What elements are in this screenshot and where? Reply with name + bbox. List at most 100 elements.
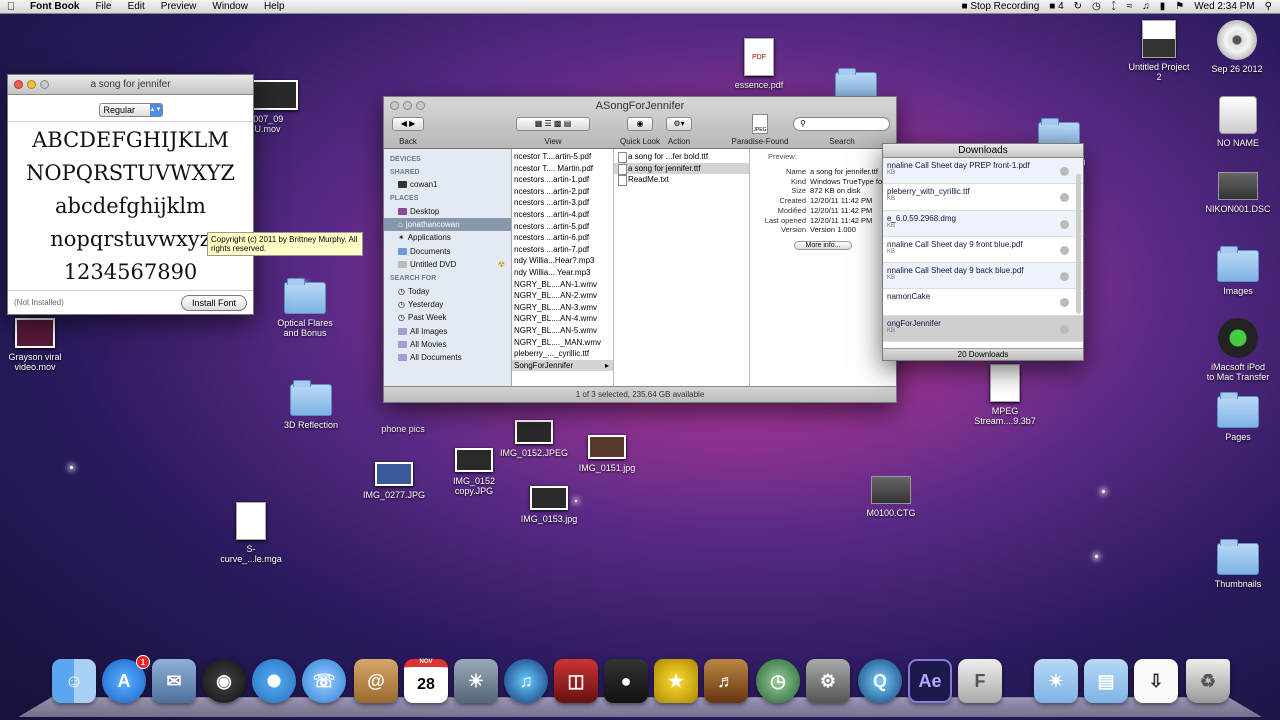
- sidebar-item-desktop[interactable]: Desktop: [384, 204, 511, 217]
- sidebar-item-documents[interactable]: Documents: [384, 245, 511, 258]
- more-info-button[interactable]: More info...: [794, 240, 852, 250]
- sidebar-item-past-week[interactable]: ◷ Past Week: [384, 311, 511, 324]
- desktop-curve-file[interactable]: S- curve_...le.mga: [196, 502, 306, 564]
- dock-facetime-icon[interactable]: ☏: [302, 659, 346, 703]
- sidebar-item-all-movies[interactable]: All Movies: [384, 338, 511, 351]
- desktop-optical-flares[interactable]: Optical Flares and Bonus: [250, 278, 360, 338]
- download-item-selected[interactable]: ongForJennifer KB: [883, 315, 1083, 343]
- list-item[interactable]: ncestors ...artin-1.pdf: [512, 174, 613, 186]
- back-forward-buttons[interactable]: ◀ ▶: [392, 117, 424, 131]
- desktop-disc-sep26[interactable]: Sep 26 2012: [1182, 20, 1280, 74]
- desktop-no-name-drive[interactable]: NO NAME: [1183, 96, 1280, 148]
- list-item[interactable]: ncestor T....artin-5.pdf: [512, 151, 613, 163]
- battery-icon[interactable]: ▮: [1160, 1, 1166, 12]
- sync-icon[interactable]: ↻: [1074, 1, 1082, 12]
- dock-front-row-icon[interactable]: ◫: [554, 659, 598, 703]
- list-item[interactable]: NGRY_BL....AN-5.wmv: [512, 325, 613, 337]
- list-item[interactable]: ncestor T.... Martin.pdf: [512, 163, 613, 175]
- dock-photo-booth-icon[interactable]: ●: [604, 659, 648, 703]
- dock-imovie-icon[interactable]: ★: [654, 659, 698, 703]
- magnifier-icon[interactable]: [1060, 167, 1069, 176]
- menu-file[interactable]: File: [87, 1, 119, 12]
- desktop-img-0153[interactable]: IMG_0153.jpg: [494, 486, 604, 524]
- list-item[interactable]: ncestors ...artin-4.pdf: [512, 209, 613, 221]
- desktop-phone-pics[interactable]: phone pics: [348, 400, 458, 434]
- magnifier-icon[interactable]: [1060, 245, 1069, 255]
- menu-edit[interactable]: Edit: [120, 1, 153, 12]
- sidebar-item-home[interactable]: ⌂ jonathancowan: [384, 217, 511, 232]
- download-item[interactable]: e_6.0.59.2968.dmg KB: [883, 210, 1083, 237]
- time-machine-icon[interactable]: ◷: [1092, 1, 1101, 12]
- list-item[interactable]: ndy Willia... Year.mp3: [512, 267, 613, 279]
- dock-quicktime-icon[interactable]: Q: [858, 659, 902, 703]
- desktop-images-folder[interactable]: Images: [1183, 246, 1280, 296]
- dock-itunes-icon[interactable]: ♫: [504, 659, 548, 703]
- dock-time-machine-icon[interactable]: ◷: [756, 659, 800, 703]
- desktop-mpeg-stream[interactable]: MPEG Stream....9.3b7: [950, 364, 1060, 426]
- sidebar-header-search-for[interactable]: SEARCH FOR: [384, 271, 511, 284]
- dock-ical-icon[interactable]: NOV 28: [404, 659, 448, 703]
- finder-search-input[interactable]: ⚲: [793, 117, 890, 131]
- dock-safari-icon[interactable]: [252, 659, 296, 703]
- zoom-icon[interactable]: [40, 80, 49, 89]
- sidebar-item-today[interactable]: ◷ Today: [384, 284, 511, 297]
- desktop-m0100[interactable]: M0100.CTG: [836, 476, 946, 518]
- list-item[interactable]: NGRY_BL...._MAN.wmv: [512, 337, 613, 349]
- desktop-pages-folder[interactable]: Pages: [1183, 392, 1280, 442]
- volume-icon[interactable]: ♫: [1142, 1, 1150, 12]
- dock-mail-icon[interactable]: ✉: [152, 659, 196, 703]
- view-buttons[interactable]: ▦ ☰ ▩ ▤: [516, 117, 590, 131]
- list-item[interactable]: NGRY_BL....AN-1.wmv: [512, 279, 613, 291]
- sidebar-item-cowan1[interactable]: cowan1: [384, 178, 511, 191]
- dock-applications-stack-icon[interactable]: ✴: [1034, 659, 1078, 703]
- list-item-selected-folder[interactable]: SongForJennifer ▸: [512, 359, 613, 372]
- desktop-img-0151[interactable]: IMG_0151.jpg: [552, 435, 662, 473]
- dock-finder-icon[interactable]: ☺: [52, 659, 96, 703]
- sidebar-header-devices[interactable]: DEVICES: [384, 152, 511, 165]
- desktop-grayson-video[interactable]: Grayson viral video.mov: [0, 318, 90, 372]
- desktop-thumbnails-folder[interactable]: Thumbnails: [1183, 539, 1280, 589]
- clock[interactable]: Wed 2:34 PM: [1194, 1, 1254, 12]
- dock-after-effects-icon[interactable]: Ae: [908, 659, 952, 703]
- sidebar-header-shared[interactable]: SHARED: [384, 165, 511, 178]
- list-item[interactable]: a song for ...fer bold.ttf: [614, 151, 749, 163]
- minimize-icon[interactable]: [403, 101, 412, 110]
- download-item[interactable]: nnaline Call Sheet day PREP front-1.pdf K…: [883, 158, 1083, 185]
- download-item[interactable]: namonCake: [883, 289, 1083, 316]
- dock-system-preferences-icon[interactable]: ⚙: [806, 659, 850, 703]
- list-item[interactable]: ncestors ...artin-6.pdf: [512, 232, 613, 244]
- fontbook-titlebar[interactable]: a song for jennifer: [8, 75, 253, 95]
- menu-window[interactable]: Window: [204, 1, 256, 12]
- dock-dashboard-icon[interactable]: ◉: [202, 659, 246, 703]
- list-item[interactable]: ncestors ...artin-7.pdf: [512, 244, 613, 256]
- desktop-essence-pdf[interactable]: PDF essence.pdf: [704, 38, 814, 90]
- desktop-nikon[interactable]: NIKON001.DSC: [1183, 172, 1280, 214]
- magnifier-icon[interactable]: [1060, 193, 1069, 203]
- quick-look-button[interactable]: ◉: [627, 117, 653, 131]
- list-item[interactable]: NGRY_BL....AN-3.wmv: [512, 302, 613, 314]
- sidebar-item-all-documents[interactable]: All Documents: [384, 351, 511, 364]
- minimize-icon[interactable]: [27, 80, 36, 89]
- downloads-titlebar[interactable]: Downloads: [883, 144, 1083, 158]
- sidebar-item-yesterday[interactable]: ◷ Yesterday: [384, 298, 511, 311]
- dock-app-store-icon[interactable]: A1: [102, 655, 150, 703]
- close-icon[interactable]: [390, 101, 399, 110]
- download-item[interactable]: nnaline Call Sheet day 9 back blue.pdf KB: [883, 263, 1083, 290]
- font-style-select[interactable]: Regular ▲▼: [98, 103, 163, 117]
- magnifier-icon[interactable]: [1060, 298, 1069, 308]
- magnifier-icon[interactable]: [1060, 272, 1069, 282]
- magnifier-icon[interactable]: [1060, 324, 1069, 334]
- sidebar-item-all-images[interactable]: All Images: [384, 325, 511, 338]
- action-gear-icon[interactable]: ⚙▾: [666, 117, 692, 131]
- dock-trash-icon[interactable]: ♻: [1186, 659, 1230, 703]
- download-item[interactable]: nnaline Call Sheet day 9 front blue.pdf K…: [883, 237, 1083, 264]
- burn-icon[interactable]: ☢: [498, 260, 505, 269]
- jpeg-file-icon[interactable]: JPEG: [752, 114, 768, 134]
- list-item[interactable]: pleberry_..._cyrillic.ttf: [512, 348, 613, 360]
- flag-icon[interactable]: ⚑: [1175, 1, 1184, 12]
- list-item[interactable]: ReadMe.txt: [614, 174, 749, 186]
- list-item[interactable]: ndy Willia...Hear?.mp3: [512, 255, 613, 267]
- desktop-imacsoft[interactable]: iMacsoft iPod to Mac Transfer: [1183, 318, 1280, 382]
- stop-recording-item[interactable]: ■ Stop Recording: [962, 1, 1040, 12]
- spotlight-icon[interactable]: ⚲: [1265, 1, 1272, 12]
